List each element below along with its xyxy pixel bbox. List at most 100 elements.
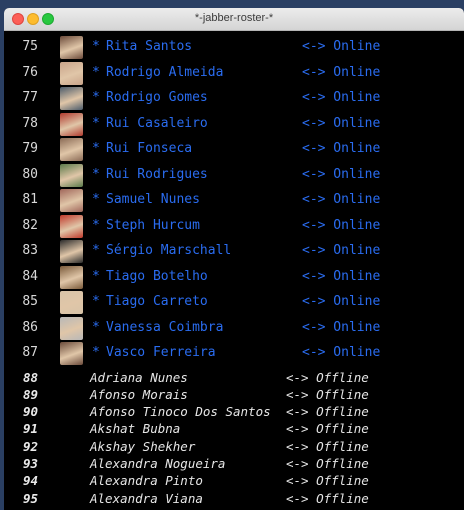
star-icon: * (92, 192, 100, 207)
avatar (60, 61, 83, 85)
contact-status: <-> Online (302, 243, 381, 258)
avatar (60, 138, 83, 161)
star-icon: * (92, 115, 100, 131)
line-number: 85 (22, 294, 38, 309)
contact-name[interactable]: Sérgio Marschall (106, 243, 231, 258)
roster-list: 75 * Rita Santos <-> Online 76 * Rodrigo Almei… (4, 31, 464, 510)
contact-status: <-> Online (302, 39, 381, 54)
line-number: 84 (22, 268, 38, 284)
line-number: 82 (22, 217, 38, 233)
contact-name[interactable]: Samuel Nunes (106, 192, 200, 207)
contact-row[interactable]: 78 * Rui Casaleiro <-> Online (4, 112, 464, 139)
line-number: 95 (22, 490, 38, 506)
line-number: 86 (22, 319, 38, 335)
contact-name[interactable]: Rodrigo Gomes (106, 90, 208, 105)
star-icon: * (92, 345, 100, 360)
line-number: 87 (22, 345, 38, 360)
contact-row[interactable]: 95 Alexandra Viana <-> Offline (4, 491, 464, 508)
star-icon: * (92, 294, 100, 309)
avatar (60, 36, 83, 59)
star-icon: * (92, 166, 100, 182)
contact-name[interactable]: Rita Santos (106, 39, 192, 54)
contact-name[interactable]: Afonso Morais (90, 387, 188, 402)
star-icon: * (92, 64, 100, 80)
contact-name[interactable]: Rui Casaleiro (106, 116, 208, 131)
star-icon: * (92, 243, 100, 258)
contact-name[interactable]: Steph Hurcum (106, 218, 200, 233)
line-number: 92 (22, 438, 38, 454)
contact-status: <-> Offline (286, 369, 369, 385)
contact-row[interactable]: 88 Adriana Nunes <-> Offline (4, 370, 464, 387)
contact-status: <-> Online (302, 115, 381, 131)
contact-name[interactable]: Alexandra Nogueira (90, 456, 225, 471)
avatar (60, 240, 83, 263)
contact-status: <-> Offline (286, 421, 369, 437)
title-bar[interactable]: *-jabber-roster-* (4, 8, 464, 31)
contact-name[interactable]: Adriana Nunes (90, 370, 188, 385)
line-number: 80 (22, 166, 38, 182)
contact-row[interactable]: 79 * Rui Fonseca <-> Online (4, 138, 464, 164)
star-icon: * (92, 319, 100, 335)
line-number: 79 (22, 141, 38, 156)
contact-row[interactable]: 80 * Rui Rodrigues <-> Online (4, 163, 464, 190)
contact-name[interactable]: Afonso Tinoco Dos Santos (90, 404, 271, 419)
contact-name[interactable]: Tiago Carreto (106, 294, 208, 309)
contact-name[interactable]: Vanessa Coimbra (106, 320, 223, 335)
avatar (60, 291, 83, 314)
line-number: 81 (22, 192, 38, 207)
contact-row[interactable]: 84 * Tiago Botelho <-> Online (4, 265, 464, 292)
contact-name[interactable]: Tiago Botelho (106, 269, 208, 284)
contact-row[interactable]: 90 Afonso Tinoco Dos Santos <-> Offline (4, 404, 464, 421)
star-icon: * (92, 217, 100, 233)
avatar (60, 214, 83, 238)
contact-row[interactable]: 86 * Vanessa Coimbra <-> Online (4, 316, 464, 343)
contact-row[interactable]: 91 Akshat Bubna <-> Offline (4, 421, 464, 438)
terminal-window: *-jabber-roster-* 75 * Rita Santos <-> Onli… (4, 8, 464, 510)
line-number: 93 (22, 455, 38, 471)
avatar (60, 163, 83, 187)
contact-row[interactable]: 82 * Steph Hurcum <-> Online (4, 214, 464, 241)
contact-row[interactable]: 92 Akshay Shekher <-> Offline (4, 439, 464, 456)
contact-name[interactable]: Rodrigo Almeida (106, 65, 223, 80)
line-number: 83 (22, 243, 38, 258)
contact-row[interactable]: 81 * Samuel Nunes <-> Online (4, 189, 464, 215)
contact-name[interactable]: Rui Rodrigues (106, 167, 208, 182)
contact-row[interactable]: 76 * Rodrigo Almeida <-> Online (4, 61, 464, 88)
contact-row[interactable]: 87 * Vasco Ferreira <-> Online (4, 342, 464, 368)
line-number: 75 (22, 39, 38, 54)
contact-status: <-> Online (302, 90, 381, 105)
contact-status: <-> Online (302, 166, 381, 182)
contact-status: <-> Online (302, 141, 381, 156)
contact-name[interactable]: Akshay Shekher (90, 439, 195, 454)
line-number: 78 (22, 115, 38, 131)
window-title: *-jabber-roster-* (194, 12, 274, 24)
contact-row[interactable]: 89 Afonso Morais <-> Offline (4, 387, 464, 404)
contact-row[interactable]: 93 Alexandra Nogueira <-> Offline (4, 456, 464, 473)
contact-status: <-> Offline (286, 455, 369, 471)
avatar (60, 189, 83, 212)
contact-status: <-> Online (302, 217, 381, 233)
contact-status: <-> Online (302, 294, 381, 309)
contact-name[interactable]: Akshat Bubna (90, 421, 180, 436)
offline-section: 88 Adriana Nunes <-> Offline 89 Afonso Morai… (4, 368, 464, 510)
avatar (60, 112, 83, 136)
line-number: 90 (22, 404, 38, 420)
contact-status: <-> Offline (286, 490, 369, 506)
line-number: 77 (22, 90, 38, 105)
contact-name[interactable]: Alexandra Viana (90, 491, 203, 506)
contact-name[interactable]: Rui Fonseca (106, 141, 192, 156)
contact-status: <-> Offline (286, 473, 369, 489)
line-number: 89 (22, 386, 38, 402)
contact-row[interactable]: 83 * Sérgio Marschall <-> Online (4, 240, 464, 266)
avatar (60, 342, 83, 365)
contact-name[interactable]: Vasco Ferreira (106, 345, 216, 360)
contact-name[interactable]: Alexandra Pinto (90, 473, 203, 488)
contact-row[interactable]: 77 * Rodrigo Gomes <-> Online (4, 87, 464, 113)
contact-status: <-> Online (302, 345, 381, 360)
contact-row[interactable]: 75 * Rita Santos <-> Online (4, 36, 464, 62)
contact-row[interactable]: 85 * Tiago Carreto <-> Online (4, 291, 464, 317)
star-icon: * (92, 141, 100, 156)
contact-row[interactable]: 94 Alexandra Pinto <-> Offline (4, 473, 464, 490)
star-icon: * (92, 268, 100, 284)
line-number: 88 (22, 369, 38, 385)
